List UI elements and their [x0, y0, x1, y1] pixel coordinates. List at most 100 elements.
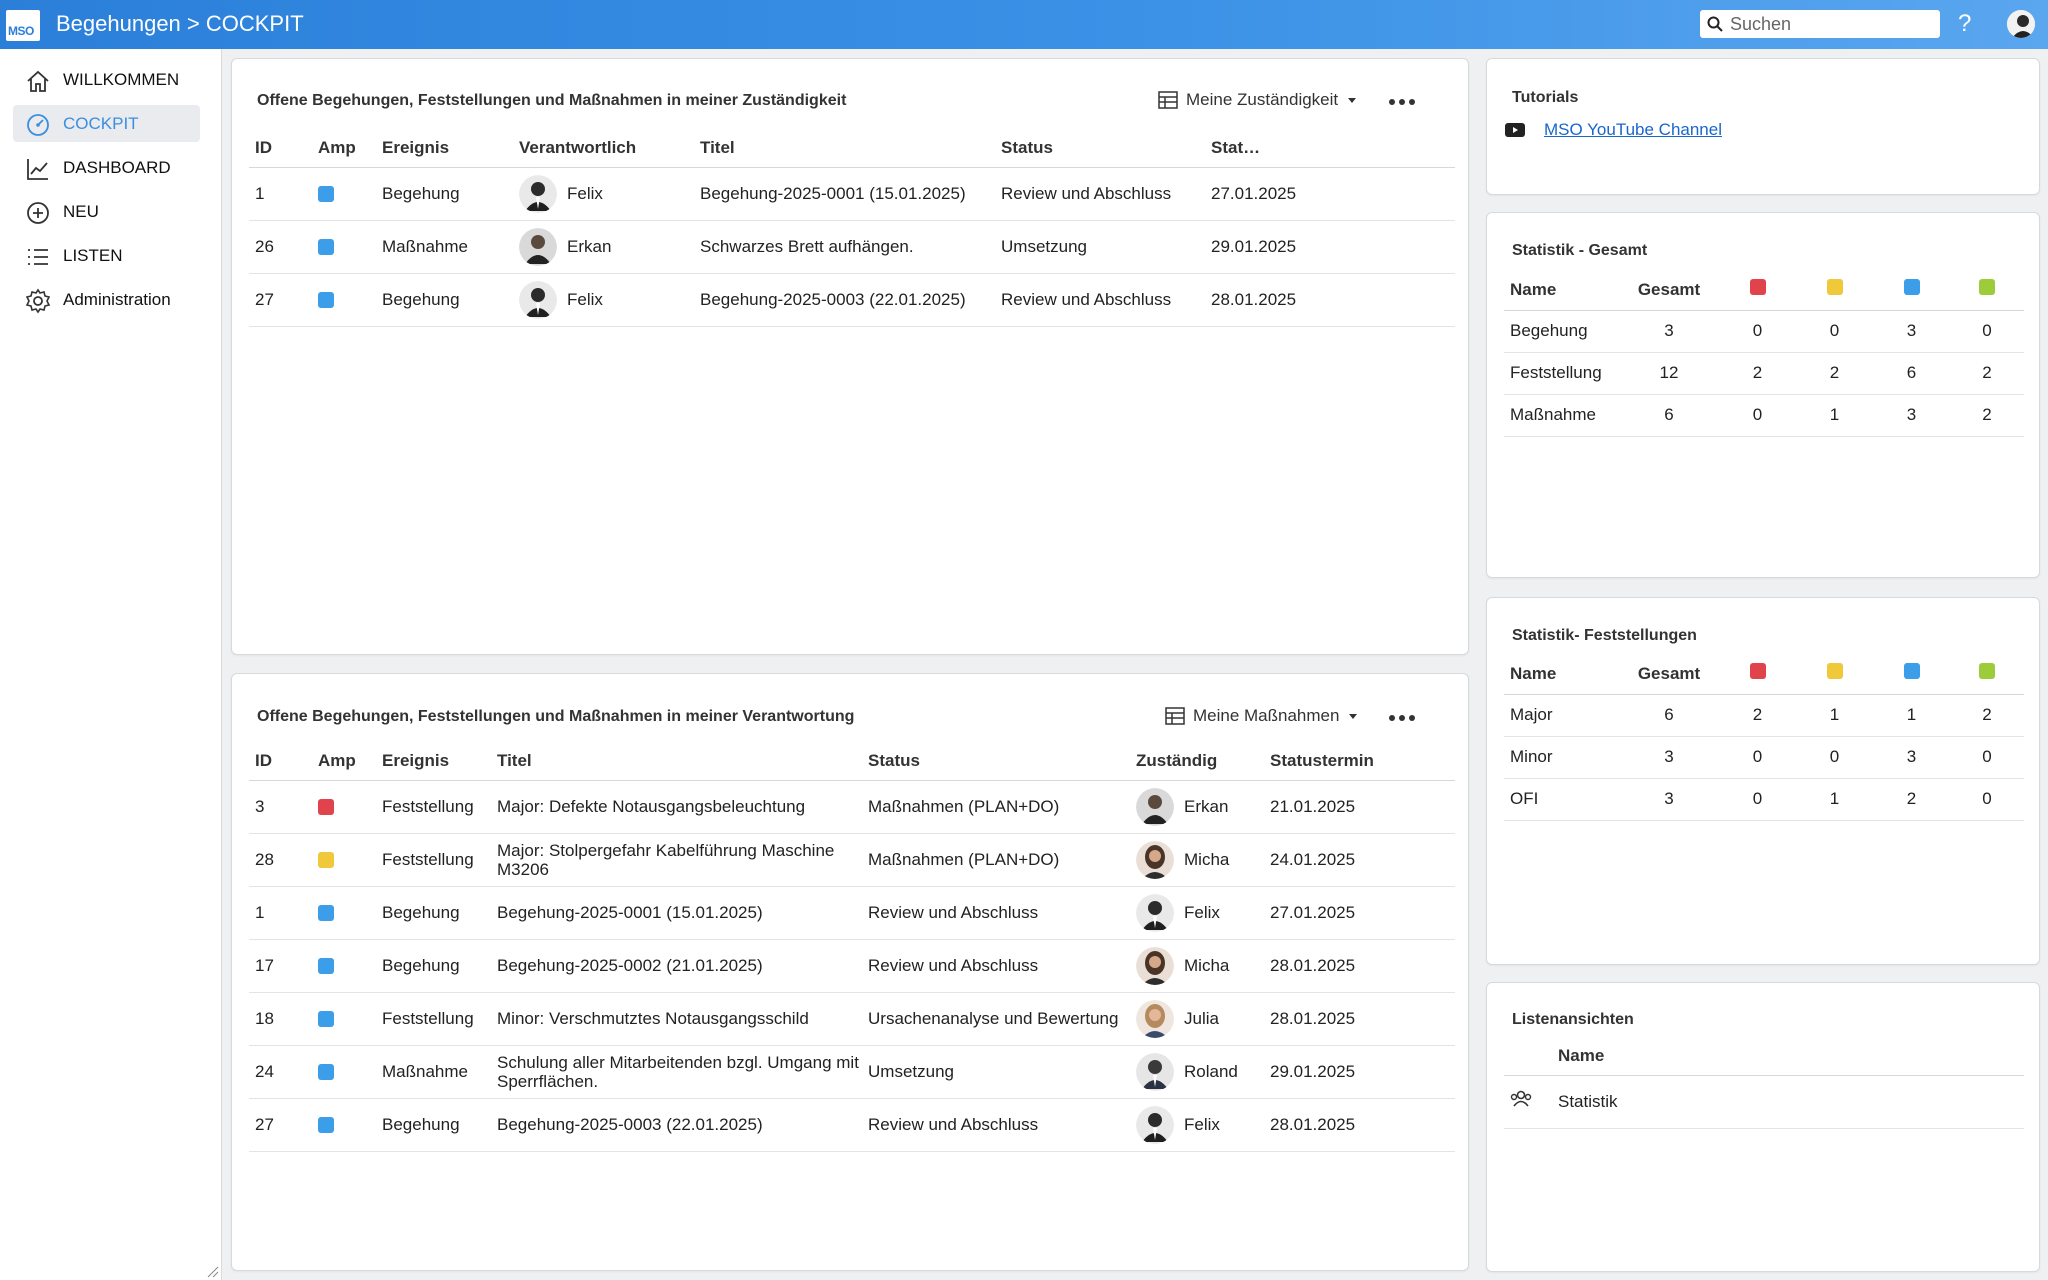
table-row[interactable]: 17 Begehung Begehung-2025-0002 (21.01.20… [249, 939, 1455, 993]
column-header[interactable]: Status [862, 742, 1130, 781]
table-row[interactable]: Statistik [1504, 1075, 2024, 1129]
table-row[interactable]: 24 Maßnahme Schulung aller Mitarbeitende… [249, 1045, 1455, 1099]
table-row[interactable]: Feststellung 12 2 2 6 2 [1504, 352, 2024, 395]
column-header[interactable]: Status [995, 129, 1205, 168]
search-box[interactable] [1700, 10, 1940, 38]
cell-titel: Major: Defekte Notausgangsbeleuchtung [491, 780, 862, 834]
cell-blue: 3 [1873, 394, 1950, 437]
column-header[interactable]: Amp [312, 742, 376, 781]
card-title: Tutorials [1512, 89, 1579, 106]
cell-titel: Begehung-2025-0001 (15.01.2025) [694, 167, 995, 221]
cell-ereignis: Maßnahme [376, 220, 513, 274]
help-icon[interactable]: ? [1958, 10, 1971, 38]
table-row[interactable]: 1 Begehung Begehung-2025-0001 (15.01.202… [249, 886, 1455, 940]
column-header[interactable]: Titel [491, 742, 862, 781]
cell-ereignis: Feststellung [376, 833, 491, 887]
status-indicator-blue [318, 958, 334, 975]
column-header[interactable]: ID [249, 742, 312, 781]
avatar [1136, 893, 1174, 932]
search-input[interactable] [1730, 13, 1930, 35]
cell-blue: 1 [1873, 694, 1950, 737]
avatar [1136, 1052, 1174, 1091]
sidebar-item-listen[interactable]: LISTEN [13, 237, 200, 274]
cell-amp [312, 1045, 376, 1099]
table-row[interactable]: 27 Begehung Begehung-2025-0003 (22.01.20… [249, 1098, 1455, 1152]
cell-amp [312, 886, 376, 940]
column-header[interactable]: Zuständig [1130, 742, 1264, 781]
table-row[interactable]: 18 Feststellung Minor: Verschmutztes Not… [249, 992, 1455, 1046]
cell-titel: Major: Stolpergefahr Kabelführung Maschi… [491, 833, 862, 887]
sidebar-item-administration[interactable]: Administration [13, 281, 200, 318]
column-header-yellow [1796, 654, 1873, 695]
more-options-button[interactable] [1387, 708, 1417, 728]
table-row[interactable]: 27 Begehung Felix Begehung-2025-0003 (22… [249, 273, 1455, 327]
cell-amp [312, 273, 376, 327]
column-header-green [1950, 270, 2024, 311]
table-row[interactable]: 26 Maßnahme Erkan Schwarzes Brett aufhän… [249, 220, 1455, 274]
resize-handle-icon[interactable] [207, 1266, 219, 1278]
table-row[interactable]: Begehung 3 0 0 3 0 [1504, 310, 2024, 353]
sidebar-item-dashboard[interactable]: DASHBOARD [13, 149, 200, 186]
column-header-green [1950, 654, 2024, 695]
column-header[interactable]: Ereignis [376, 129, 513, 168]
sidebar-item-neu[interactable]: NEU [13, 193, 200, 230]
status-indicator-blue [318, 1064, 334, 1081]
column-header[interactable]: Ereignis [376, 742, 491, 781]
cell-yellow: 2 [1796, 352, 1873, 395]
table-row[interactable]: Minor 3 0 0 3 0 [1504, 736, 2024, 779]
sidebar-item-willkommen[interactable]: WILLKOMMEN [13, 61, 200, 98]
column-header: Name [1552, 1037, 2024, 1076]
table-row[interactable]: 28 Feststellung Major: Stolpergefahr Kab… [249, 833, 1455, 887]
column-header[interactable]: ID [249, 129, 312, 168]
column-header[interactable]: Amp [312, 129, 376, 168]
table-header-row: ID Amp Ereignis Titel Status Zuständig S… [249, 742, 1455, 781]
cell-id: 26 [249, 220, 312, 274]
plus-circle-icon [27, 202, 49, 224]
cell-date: 21.01.2025 [1264, 780, 1455, 834]
cell-amp [312, 780, 376, 834]
mso-logo[interactable]: MSO [6, 10, 40, 41]
avatar [1136, 999, 1174, 1038]
column-header: Gesamt [1619, 654, 1719, 695]
youtube-channel-link[interactable]: MSO YouTube Channel [1544, 120, 1722, 140]
cell-date: 27.01.2025 [1205, 167, 1455, 221]
gauge-icon [27, 114, 49, 136]
cell-titel: Begehung-2025-0002 (21.01.2025) [491, 939, 862, 993]
column-header-red [1719, 270, 1796, 311]
table-header-row: Name Gesamt [1504, 654, 2024, 695]
status-indicator-blue [318, 905, 334, 922]
cell-date: 29.01.2025 [1264, 1045, 1455, 1099]
users-icon [1510, 1090, 1532, 1107]
column-header[interactable]: Stat… [1205, 129, 1455, 168]
cell-green: 0 [1950, 736, 2024, 779]
cell-person: Felix [1130, 886, 1264, 940]
table-row[interactable]: 1 Begehung Felix Begehung-2025-0001 (15.… [249, 167, 1455, 221]
top-bar: MSO Begehungen > COCKPIT ? [0, 0, 2048, 49]
more-options-button[interactable] [1387, 92, 1417, 112]
table-row[interactable]: Major 6 2 1 1 2 [1504, 694, 2024, 737]
search-icon [1707, 16, 1723, 32]
table-row[interactable]: 3 Feststellung Major: Defekte Notausgang… [249, 780, 1455, 834]
sidebar-item-cockpit[interactable]: COCKPIT [13, 105, 200, 142]
table-row[interactable]: OFI 3 0 1 2 0 [1504, 778, 2024, 821]
view-dropdown[interactable]: Meine Maßnahmen [1165, 706, 1358, 726]
cell-ereignis: Begehung [376, 886, 491, 940]
cell-icon [1504, 1075, 1552, 1129]
cell-person: Erkan [513, 220, 694, 274]
status-indicator-blue [318, 186, 334, 203]
user-avatar[interactable] [2007, 10, 2035, 38]
column-header[interactable]: Titel [694, 129, 995, 168]
status-indicator-red [318, 799, 334, 816]
green-status-dot [1979, 663, 1995, 680]
avatar [519, 227, 557, 266]
table-header-row: ID Amp Ereignis Verantwortlich Titel Sta… [249, 129, 1455, 168]
caret-down-icon [1348, 97, 1357, 103]
column-header-red [1719, 654, 1796, 695]
sidebar-item-label: DASHBOARD [63, 158, 171, 177]
column-header[interactable]: Verantwortlich [513, 129, 694, 168]
table-row[interactable]: Maßnahme 6 0 1 3 2 [1504, 394, 2024, 437]
cell-red: 2 [1719, 352, 1796, 395]
view-dropdown[interactable]: Meine Zuständigkeit [1158, 90, 1357, 110]
column-header[interactable]: Statustermin [1264, 742, 1455, 781]
cell-green: 2 [1950, 394, 2024, 437]
